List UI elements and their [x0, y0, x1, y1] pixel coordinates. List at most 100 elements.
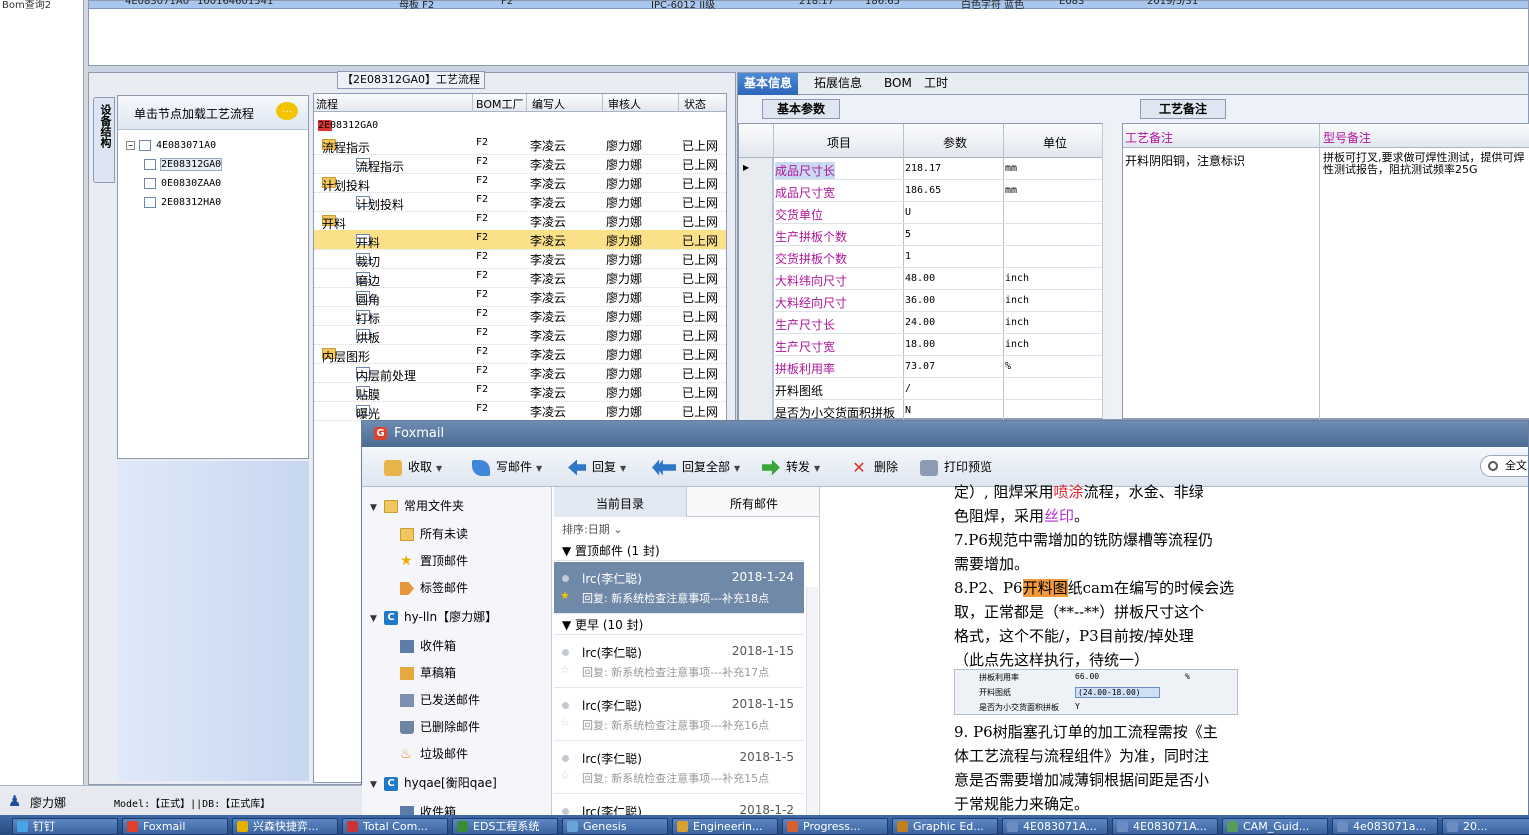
param-row[interactable]: 交货拼板个数 1 — [739, 246, 1103, 268]
taskbar-button[interactable]: 4e083071a... — [1332, 818, 1438, 835]
model-note-text[interactable]: 拼板可打叉,要求做可焊性测试，提供可焊性测试报告，阻抗测试频率25G — [1323, 152, 1529, 176]
process-row[interactable]: 计划投料 F2 李凌云 廖力娜 已上网 — [314, 192, 726, 212]
star-icon[interactable]: ☆ — [560, 769, 570, 782]
taskbar-button[interactable]: Total Com... — [342, 818, 448, 835]
param-row[interactable]: 生产拼板个数 5 — [739, 224, 1103, 246]
folder-inbox[interactable]: 收件箱 — [400, 637, 456, 654]
col-header-reviewer[interactable]: 审核人 — [608, 96, 641, 112]
message-item[interactable]: ★ lrc(李仁聪) 2018-1-24 回复: 新系统检查注意事项---补充1… — [554, 562, 804, 614]
process-row[interactable]: 打标 F2 李凌云 廖力娜 已上网 — [314, 306, 726, 326]
col-header-writer[interactable]: 编写人 — [532, 96, 565, 112]
process-row[interactable]: 磨边 F2 李凌云 廖力娜 已上网 — [314, 268, 726, 288]
taskbar-button[interactable]: EDS工程系统 — [452, 818, 558, 835]
message-item[interactable]: ☆ lrc(李仁聪) 2018-1-15 回复: 新系统检查注意事项---补充1… — [554, 636, 804, 688]
col-header-status[interactable]: 状态 — [684, 96, 706, 112]
forward-button[interactable]: 转发 ▼ — [762, 458, 820, 476]
chat-bubble-icon[interactable]: … — [276, 102, 298, 120]
taskbar-button[interactable]: Engineerin... — [672, 818, 778, 835]
param-row[interactable]: ▶ 成品尺寸长 218.17 mm — [739, 158, 1103, 180]
message-item[interactable]: ☆ lrc(李仁聪) 2018-1-5 回复: 新系统检查注意事项---补充15… — [554, 742, 804, 794]
process-row[interactable]: 裁切 F2 李凌云 廖力娜 已上网 — [314, 249, 726, 269]
process-root-row[interactable]: −2E08312GA0 — [314, 116, 726, 135]
process-row[interactable]: −流程指示F2李凌云廖力娜已上网 — [314, 135, 726, 155]
folder-pinned[interactable]: ★ 置顶邮件 — [400, 552, 468, 569]
folder-group-common[interactable]: ▼ 常用文件夹 — [370, 497, 464, 514]
taskbar-button[interactable]: 4E083071A... — [1112, 818, 1218, 835]
foxmail-titlebar[interactable]: G Foxmail — [362, 421, 1528, 447]
compose-button[interactable]: 写邮件 ▼ — [472, 458, 542, 476]
taskbar-button[interactable]: 兴森快捷弈... — [232, 818, 338, 835]
process-row[interactable]: 曝光 F2 李凌云 廖力娜 已上网 — [314, 401, 726, 421]
param-row[interactable]: 成品尺寸宽 186.65 mm — [739, 180, 1103, 202]
basic-params-title[interactable]: 基本参数 — [762, 99, 840, 119]
folder-drafts[interactable]: 草稿箱 — [400, 664, 456, 681]
params-scrollbar[interactable] — [1102, 123, 1112, 419]
top-grid-selected-row[interactable]: 4E083071A0 100164601541 母板 F2 F2 IPC-6012 II… — [89, 0, 1528, 11]
top-grid-cell: 4E083071A0 — [125, 0, 190, 7]
taskbar-button[interactable]: CAM_Guid... — [1222, 818, 1328, 835]
taskbar-button[interactable]: 4E083071A... — [1002, 818, 1108, 835]
receive-button[interactable]: 收取 ▼ — [384, 458, 442, 476]
tab-work-hours[interactable]: 工时 — [918, 73, 954, 95]
folder-tagged[interactable]: 标签邮件 — [400, 579, 468, 596]
star-icon[interactable]: ☆ — [560, 663, 570, 676]
param-row[interactable]: 生产尺寸宽 18.00 inch — [739, 334, 1103, 356]
taskbar-button[interactable]: Progress... — [782, 818, 888, 835]
param-row[interactable]: 生产尺寸长 24.00 inch — [739, 312, 1103, 334]
top-grid-cell: E083 — [1059, 0, 1085, 7]
group-earlier[interactable]: ▼ 更早 (10 封) — [554, 615, 804, 635]
sort-dropdown[interactable]: 排序:日期 ⌄ — [562, 521, 622, 537]
process-row[interactable]: 贴膜 F2 李凌云 廖力娜 已上网 — [314, 382, 726, 402]
process-note-text[interactable]: 开料阴阳铜，注意标识 — [1125, 152, 1245, 169]
taskbar-button[interactable]: 20... — [1442, 818, 1529, 835]
process-row[interactable]: 流程指示 F2 李凌云 廖力娜 已上网 — [314, 154, 726, 174]
process-row[interactable]: −开料F2李凌云廖力娜已上网 — [314, 211, 726, 231]
taskbar-button[interactable]: 钉钉 — [12, 818, 118, 835]
folder-junk[interactable]: ♨ 垃圾邮件 — [400, 745, 468, 762]
tab-basic-info[interactable]: 基本信息 — [738, 73, 799, 95]
tab-extended-info[interactable]: 拓展信息 — [808, 73, 868, 95]
process-row[interactable]: −计划投料F2李凌云廖力娜已上网 — [314, 173, 726, 193]
process-notes-title[interactable]: 工艺备注 — [1140, 99, 1226, 119]
process-row[interactable]: 烘板 F2 李凌云 廖力娜 已上网 — [314, 325, 726, 345]
folder-sent[interactable]: 已发送邮件 — [400, 691, 480, 708]
col-header-process[interactable]: 流程 — [316, 96, 338, 112]
side-tab-equipment-structure[interactable]: 设备结构 — [93, 97, 115, 183]
taskbar-button[interactable]: Graphic Ed... — [892, 818, 998, 835]
tree-node[interactable]: −4E083071A0 — [126, 138, 216, 154]
folder-deleted[interactable]: 已删除邮件 — [400, 718, 480, 735]
tab-current-folder[interactable]: 当前目录 — [596, 495, 644, 512]
taskbar-button[interactable]: Genesis — [562, 818, 668, 835]
group-pinned[interactable]: ▼ 置顶邮件 (1 封) — [554, 541, 804, 561]
param-row[interactable]: 拼板利用率 73.07% — [739, 356, 1103, 378]
reply-all-button[interactable]: 回复全部 ▼ — [652, 458, 740, 476]
tab-bom[interactable]: BOM — [878, 73, 918, 95]
tree-node[interactable]: 0E0830ZAA0 — [144, 176, 221, 192]
star-icon[interactable]: ★ — [560, 589, 570, 602]
tree-node[interactable]: 2E08312HA0 — [144, 195, 221, 211]
tree-node[interactable]: 2E08312GA0 — [144, 157, 223, 173]
search-input[interactable]: 全文 — [1480, 455, 1528, 477]
param-row[interactable]: 开料图纸 / — [739, 378, 1103, 400]
param-row[interactable]: 大料经向尺寸 36.00 inch — [739, 290, 1103, 312]
reply-button[interactable]: 回复 ▼ — [568, 458, 626, 476]
param-row[interactable]: 是否为小交货面积拼板 N — [739, 400, 1103, 422]
star-icon[interactable]: ☆ — [560, 716, 570, 729]
param-row[interactable]: 交货单位 U — [739, 202, 1103, 224]
message-list-scrollbar[interactable] — [806, 587, 818, 819]
col-header-bom[interactable]: BOM工厂 — [476, 96, 524, 112]
account-hy-lln[interactable]: ▼ Chy-lln【廖力娜】 — [370, 608, 497, 625]
message-item[interactable]: ☆ lrc(李仁聪) 2018-1-15 回复: 新系统检查注意事项---补充1… — [554, 689, 804, 741]
process-row[interactable]: 圆角 F2 李凌云 廖力娜 已上网 — [314, 287, 726, 307]
param-row[interactable]: 大料纬向尺寸 48.00 inch — [739, 268, 1103, 290]
account-hyqae[interactable]: ▼ Chyqae[衡阳qae] — [370, 774, 497, 791]
embed-row: 开料图纸 (24.00-18.00) — [979, 687, 1160, 698]
folder-all-unread[interactable]: 所有未读 — [400, 525, 468, 542]
print-preview-button[interactable]: 打印预览 — [920, 458, 992, 476]
delete-button[interactable]: ✕ 删除 — [850, 458, 898, 476]
process-row[interactable]: 开料 F2 李凌云 廖力娜 已上网 — [314, 230, 726, 250]
process-row[interactable]: 内层前处理 F2 李凌云 廖力娜 已上网 — [314, 363, 726, 383]
process-row[interactable]: −内层图形F2李凌云廖力娜已上网 — [314, 344, 726, 364]
taskbar-button[interactable]: Foxmail — [122, 818, 228, 835]
tab-all-mail[interactable]: 所有邮件 — [730, 495, 778, 512]
